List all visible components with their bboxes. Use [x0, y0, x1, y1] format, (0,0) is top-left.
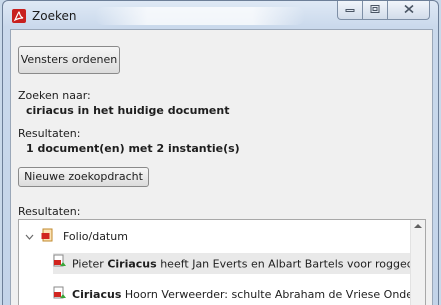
- result-group[interactable]: Folio/datum: [25, 228, 128, 245]
- maximize-button[interactable]: [363, 1, 388, 20]
- window-controls: [337, 1, 430, 21]
- close-button[interactable]: [388, 1, 430, 20]
- results-list-label: Resultaten:: [18, 205, 81, 218]
- hit-match: Ciriacus: [72, 288, 122, 301]
- search-for-value: ciriacus in het huidige document: [26, 104, 230, 117]
- hit-text-after: heeft Jan Everts en Albart Bartels voor …: [160, 257, 425, 271]
- chevron-down-icon[interactable]: [25, 232, 37, 243]
- hit-text-after: Hoorn Verweerder: schulte Abraham de Vri…: [121, 288, 426, 301]
- result-group-label: Folio/datum: [63, 230, 128, 243]
- minimize-icon: [345, 4, 355, 17]
- results-summary-value: 1 document(en) met 2 instantie(s): [26, 142, 240, 155]
- title-blur: [95, 7, 305, 25]
- result-hit-2[interactable]: Ciriacus Hoorn Verweerder: schulte Abrah…: [53, 286, 426, 303]
- window-title: Zoeken: [32, 9, 77, 23]
- results-tree[interactable]: Folio/datum Pieter Ciriacus heeft Jan Ev…: [18, 219, 426, 305]
- search-for-label: Zoeken naar:: [18, 89, 91, 102]
- results-summary-label: Resultaten:: [18, 127, 81, 140]
- search-panel: Vensters ordenen Zoeken naar: ciriacus i…: [10, 29, 433, 305]
- new-search-button[interactable]: Nieuwe zoekopdracht: [18, 167, 149, 187]
- search-hit-icon: [53, 254, 67, 275]
- minimize-button[interactable]: [337, 1, 363, 20]
- search-hit-icon: [53, 286, 67, 303]
- pdf-document-icon: [41, 228, 55, 245]
- title-bar[interactable]: Zoeken: [3, 1, 438, 29]
- scroll-up-arrow-icon[interactable]: [414, 224, 422, 228]
- hit-text-before: Pieter: [72, 257, 108, 271]
- acrobat-icon: [12, 9, 26, 23]
- results-scrollbar[interactable]: [410, 220, 425, 305]
- hit-match: Ciriacus: [107, 257, 157, 271]
- arrange-windows-button[interactable]: Vensters ordenen: [18, 46, 120, 74]
- maximize-icon: [370, 4, 380, 17]
- search-window: Zoeken Vensters ordenen Zoeken naar: cir…: [2, 0, 439, 305]
- close-icon: [403, 4, 414, 17]
- result-hit-1[interactable]: Pieter Ciriacus heeft Jan Everts en Alba…: [53, 253, 425, 275]
